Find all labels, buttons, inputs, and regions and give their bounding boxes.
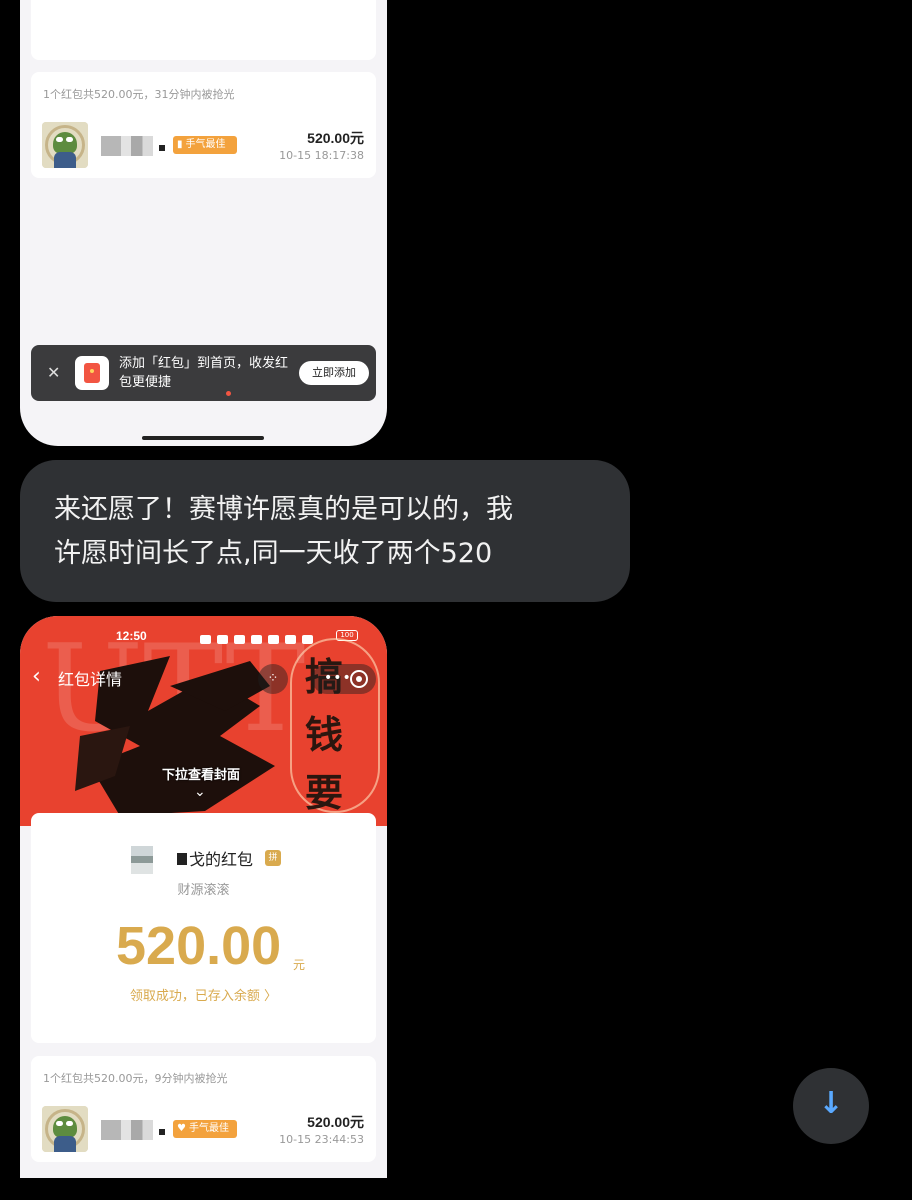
claim-time: 10-15 18:17:38 <box>279 149 364 162</box>
name-mark <box>159 145 165 151</box>
claim-summary-text: 1个红包共520.00元，31分钟内被抢光 <box>43 88 235 101</box>
claim-summary-card: 1个红包共520.00元，31分钟内被抢光 ▮ 手气最佳 520.00元 10-1… <box>31 72 376 178</box>
amount-unit: 元 <box>293 958 306 972</box>
claim-summary-card-2: 1个红包共520.00元，9分钟内被抢光 ♥ 手气最佳 520.00元 10-15… <box>31 1056 376 1162</box>
sender-name: 戈的红包 <box>189 850 254 869</box>
blessing-text: 财源滚滚 <box>177 883 230 898</box>
add-banner-text: 添加「红包」到首页，收发红包更便捷 <box>119 356 289 390</box>
page-indicator <box>226 391 231 396</box>
target-icon[interactable] <box>350 670 368 688</box>
nav-title: 红包详情 <box>58 670 123 689</box>
pull-hint: 下拉查看封面 <box>162 768 241 783</box>
screenshot-red-packet-1[interactable]: 1个红包共520.00元，31分钟内被抢光 ▮ 手气最佳 520.00元 10-1… <box>20 0 387 446</box>
sender-mark <box>177 853 187 865</box>
claim-time: 10-15 23:44:53 <box>279 1133 364 1146</box>
claim-amount: 520.00元 <box>307 1114 364 1130</box>
sender-avatar <box>131 846 153 874</box>
lucky-packet-badge: 拼 <box>265 850 281 866</box>
best-luck-badge: ▮ 手气最佳 <box>173 136 237 154</box>
back-icon[interactable]: ‹ <box>32 664 41 690</box>
chevron-down-icon: ⌄ <box>194 784 206 800</box>
best-luck-badge: ♥ 手气最佳 <box>173 1120 237 1138</box>
avatar <box>42 1106 88 1152</box>
message-line-2: 许愿时间长了点,同一天收了两个520 <box>54 538 493 569</box>
chat-message-bubble: 来还愿了！赛博许愿真的是可以的，我 许愿时间长了点,同一天收了两个520 <box>20 460 630 602</box>
close-icon[interactable]: ✕ <box>47 363 60 383</box>
red-packet-cover: UTT 12:50 100 搞 钱 要 ‹ 红包详情 ⁘ ••• 下拉查看封面 … <box>20 616 387 826</box>
deco-char-2: 钱 <box>305 712 344 757</box>
add-to-home-banner: ✕ 添加「红包」到首页，收发红包更便捷 立即添加 <box>31 345 376 401</box>
message-line-1: 来还愿了！赛博许愿真的是可以的，我 <box>54 494 513 525</box>
scroll-down-button[interactable]: ↓ <box>793 1068 869 1144</box>
red-packet-icon <box>75 356 109 390</box>
red-packet-card-top <box>31 0 376 60</box>
blurred-username <box>101 136 153 156</box>
avatar <box>42 122 88 168</box>
deposit-link[interactable]: 领取成功，已存入余额 〉 <box>31 985 376 1004</box>
more-icon[interactable]: ••• <box>324 670 352 686</box>
status-time: 12:50 <box>116 629 147 643</box>
add-now-button[interactable]: 立即添加 <box>299 361 369 385</box>
cover-icon[interactable]: ⁘ <box>258 664 288 694</box>
deco-char-3: 要 <box>305 770 344 815</box>
red-packet-detail-card: 戈的红包 拼 财源滚滚 520.00 元 领取成功，已存入余额 〉 <box>31 813 376 1043</box>
luck-icon: ♥ <box>177 1123 186 1134</box>
received-amount: 520.00 <box>116 916 282 976</box>
claim-summary-text: 1个红包共520.00元，9分钟内被抢光 <box>43 1072 228 1085</box>
screenshot-red-packet-2[interactable]: UTT 12:50 100 搞 钱 要 ‹ 红包详情 ⁘ ••• 下拉查看封面 … <box>20 616 387 1178</box>
blurred-username <box>101 1120 153 1140</box>
arrow-down-icon: ↓ <box>818 1086 844 1121</box>
name-mark <box>159 1129 165 1135</box>
mini-program-capsule[interactable]: ••• <box>312 664 376 694</box>
home-indicator <box>142 436 264 440</box>
claim-amount: 520.00元 <box>307 130 364 146</box>
luck-icon: ▮ <box>177 139 183 150</box>
